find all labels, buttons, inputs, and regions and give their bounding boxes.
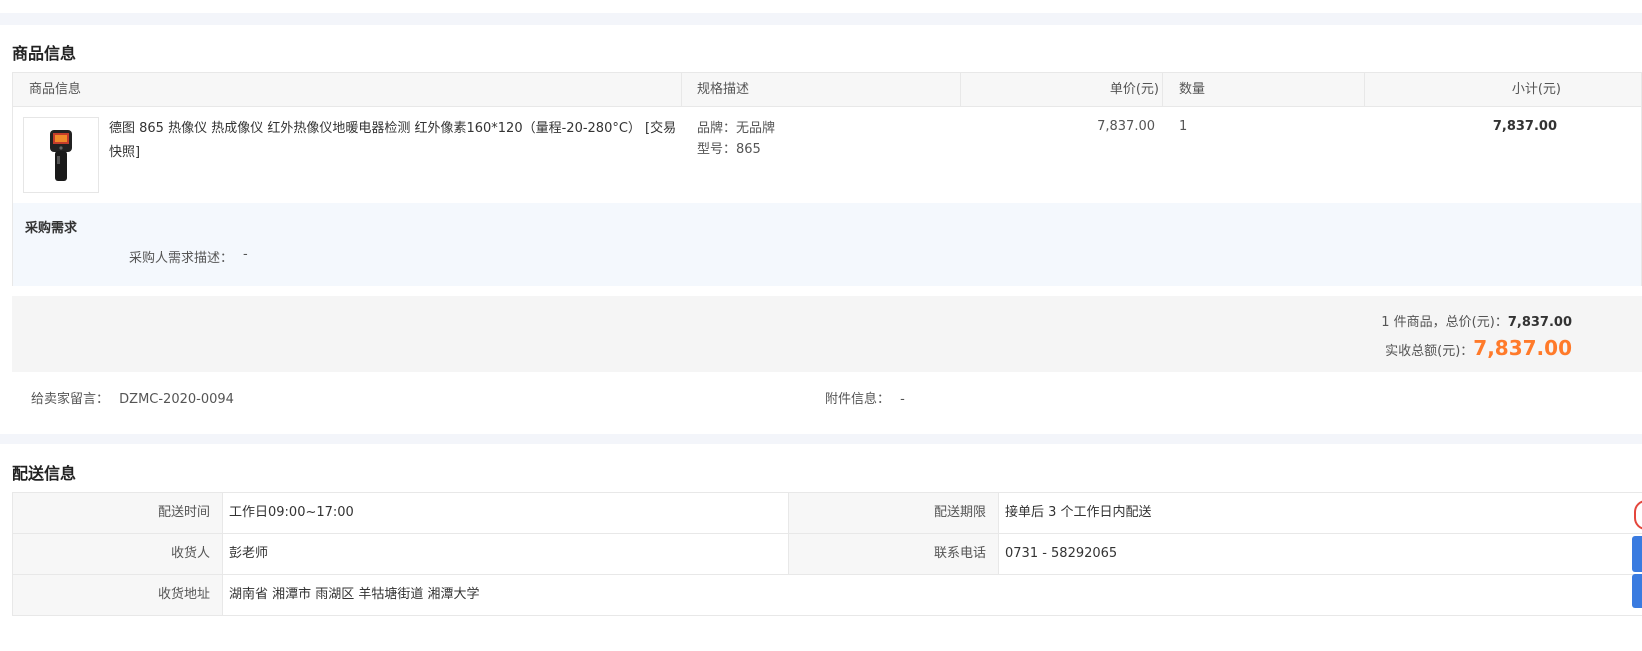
delivery-deadline-value: 接单后 3 个工作日内配送 — [1005, 505, 1152, 520]
requirement-label: 采购人需求描述： — [129, 251, 234, 266]
actual-total-price: 7,837.00 — [1473, 336, 1572, 360]
delivery-row: 收货地址 湖南省 湘潭市 雨湖区 羊牯塘街道 湘潭大学 — [12, 575, 1642, 616]
product-row: 德图 865 热像仪 热成像仪 红外热像仪地暖电器检测 红外像素160*120（… — [13, 107, 1641, 203]
delivery-row: 收货人 彭老师 联系电话 0731 - 58292065 — [12, 534, 1642, 575]
col-header-subtotal: 小计(元) — [1511, 82, 1561, 97]
total-line: 1 件商品，总价(元)：7,837.00 — [1381, 311, 1572, 330]
phone-value: 0731 - 58292065 — [1005, 546, 1118, 561]
attachment-info: 附件信息： - — [825, 388, 905, 407]
requirement-value: - — [243, 247, 248, 262]
attachment-value: - — [900, 392, 905, 407]
thermal-camera-image — [50, 130, 72, 181]
section-title-product: 商品信息 — [12, 44, 77, 63]
delivery-time-label: 配送时间 — [12, 493, 223, 533]
seller-message-value: DZMC-2020-0094 — [119, 392, 234, 407]
section-title-delivery: 配送信息 — [12, 464, 77, 483]
product-thumbnail[interactable] — [23, 117, 99, 193]
attachment-label: 附件信息： — [825, 392, 891, 407]
receiver-value: 彭老师 — [223, 534, 789, 574]
top-divider-band — [0, 13, 1642, 25]
address-value: 湖南省 湘潭市 雨湖区 羊牯塘街道 湘潭大学 — [229, 587, 480, 602]
delivery-row: 配送时间 工作日09:00~17:00 配送期限 接单后 3 个工作日内配送 — [12, 493, 1642, 534]
floating-side-button[interactable] — [1632, 574, 1642, 608]
col-header-unit-price: 单价(元) — [1109, 82, 1159, 97]
product-name-link[interactable]: 德图 865 热像仪 热成像仪 红外热像仪地暖电器检测 红外像素160*120（… — [109, 117, 683, 165]
col-header-quantity: 数量 — [1179, 82, 1206, 97]
actual-total-line: 实收总额(元)：7,837.00 — [1385, 336, 1572, 360]
spec-brand: 品牌：无品牌 — [697, 121, 776, 136]
seller-message-label: 给卖家留言： — [31, 392, 110, 407]
purchase-requirement-panel: 采购需求 采购人需求描述： - — [13, 203, 1641, 286]
section-divider-band — [0, 434, 1642, 444]
unit-price: 7,837.00 — [1097, 119, 1155, 134]
quantity: 1 — [1179, 119, 1188, 134]
subtotal: 7,837.00 — [1492, 119, 1557, 134]
floating-side-button[interactable] — [1632, 536, 1642, 572]
actual-total-label: 实收总额(元)： — [1385, 344, 1474, 359]
address-label: 收货地址 — [12, 575, 223, 615]
delivery-table: 配送时间 工作日09:00~17:00 配送期限 接单后 3 个工作日内配送 收… — [12, 492, 1642, 616]
total-price: 7,837.00 — [1507, 315, 1572, 330]
phone-label: 联系电话 — [789, 534, 999, 574]
delivery-time-value: 工作日09:00~17:00 — [223, 493, 789, 533]
spec-model: 型号：865 — [697, 142, 761, 157]
col-header-product: 商品信息 — [29, 82, 82, 97]
total-count-label: 1 件商品，总价(元)： — [1381, 315, 1508, 330]
product-table-header: 商品信息 规格描述 单价(元) 数量 小计(元) — [13, 73, 1641, 107]
order-summary: 1 件商品，总价(元)：7,837.00 实收总额(元)：7,837.00 — [12, 296, 1642, 372]
seller-message: 给卖家留言： DZMC-2020-0094 — [31, 388, 234, 407]
receiver-label: 收货人 — [12, 534, 223, 574]
requirement-title: 采购需求 — [25, 221, 78, 236]
product-table: 商品信息 规格描述 单价(元) 数量 小计(元) 德图 865 热像仪 热成像仪… — [12, 72, 1642, 286]
col-header-spec: 规格描述 — [697, 82, 750, 97]
delivery-deadline-label: 配送期限 — [789, 493, 999, 533]
